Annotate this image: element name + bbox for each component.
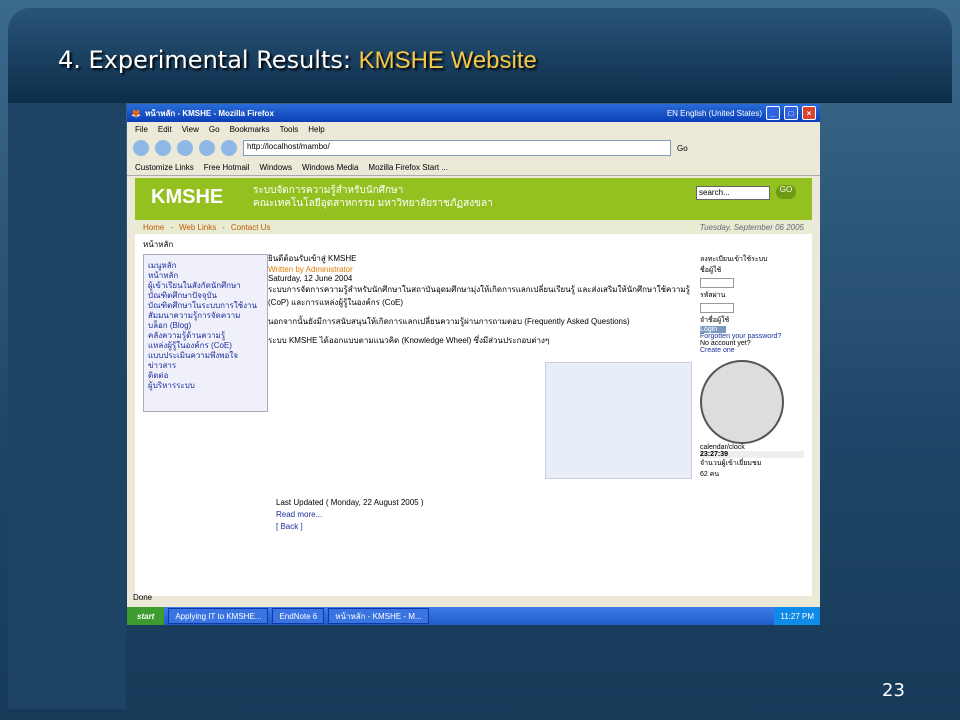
maximize-button[interactable]: □ bbox=[784, 106, 798, 120]
visitors-label: จำนวนผู้เข้าเยี่ยมชม bbox=[700, 460, 762, 467]
language-indicator[interactable]: EN English (United States) bbox=[667, 109, 762, 118]
site-logo: KMSHE bbox=[151, 186, 224, 208]
slide: 4. Experimental Results: KMSHE Website 2… bbox=[0, 0, 960, 720]
login-panel: ลงทะเบียนเข้าใช้ระบบชื่อผู้ใช้รหัสผ่านจำ… bbox=[700, 254, 804, 480]
menu-item[interactable]: แบบประเมินความพึงพอใจ bbox=[148, 351, 263, 361]
article-author: Written by Administrator bbox=[268, 265, 353, 274]
menu-bar: File Edit View Go Bookmarks Tools Help bbox=[127, 122, 820, 137]
menu-item[interactable]: ติดต่อ bbox=[148, 371, 263, 381]
link-windows[interactable]: Windows bbox=[259, 163, 291, 172]
create-account-link[interactable]: Create one bbox=[700, 347, 804, 354]
links-toolbar: Customize Links Free Hotmail Windows Window… bbox=[127, 159, 820, 176]
menu-item[interactable]: สัมมนาความรู้การจัดความ bbox=[148, 311, 263, 321]
taskbar-item[interactable]: EndNote 6 bbox=[272, 608, 325, 624]
menu-bookmarks[interactable]: Bookmarks bbox=[230, 125, 270, 134]
go-button[interactable]: Go bbox=[677, 144, 688, 153]
menu-file[interactable]: File bbox=[135, 125, 148, 134]
home-icon[interactable] bbox=[221, 140, 237, 156]
read-more-link[interactable]: Read more... bbox=[276, 510, 322, 519]
title-accent: KMSHE Website bbox=[358, 47, 537, 74]
last-updated: Last Updated ( Monday, 22 August 2005 ) bbox=[276, 498, 424, 507]
site-tagline: ระบบจัดการความรู้สำหรับนักศึกษาคณะเทคโนโ… bbox=[253, 184, 493, 210]
forgot-password-link[interactable]: Forgotten your password? bbox=[700, 333, 804, 340]
system-tray-clock: 11:27 PM bbox=[774, 607, 820, 625]
menu-item[interactable]: ผู้เข้าเรียนในสังกัดนักศึกษา bbox=[148, 281, 263, 291]
article-date: Saturday, 12 June 2004 bbox=[268, 274, 353, 283]
navigation-toolbar: http://localhost/mambo/Go bbox=[127, 137, 820, 159]
menu-go[interactable]: Go bbox=[209, 125, 220, 134]
clock-icon bbox=[700, 360, 784, 444]
taskbar-item[interactable]: หน้าหลัก - KMSHE - M... bbox=[328, 608, 429, 624]
window-titlebar: 🦊 หน้าหลัก - KMSHE - Mozilla Firefox EN En… bbox=[127, 104, 820, 122]
site-content: หน้าหลัก เมนูหลัก หน้าหลัก ผู้เข้าเรียนในส… bbox=[135, 234, 812, 596]
main-menu: เมนูหลัก หน้าหลัก ผู้เข้าเรียนในสังกัดนักศ… bbox=[143, 254, 268, 412]
window-title: หน้าหลัก - KMSHE - Mozilla Firefox bbox=[144, 108, 274, 118]
article-para: ระบบการจัดการความรู้สำหรับนักศึกษาในสถาบ… bbox=[268, 285, 690, 307]
article-para: ระบบ KMSHE ได้ออกแบบตามแนวคิด (Knowledge… bbox=[268, 336, 550, 345]
status-bar: Done bbox=[133, 593, 153, 602]
site-go-button[interactable]: GO bbox=[776, 185, 796, 199]
tagline-line1: ระบบจัดการความรู้สำหรับนักศึกษา bbox=[253, 185, 404, 196]
menu-item[interactable]: หน้าหลัก bbox=[148, 271, 263, 281]
username-label: ชื่อผู้ใช้ bbox=[700, 267, 722, 274]
menu-help[interactable]: Help bbox=[308, 125, 324, 134]
menu-edit[interactable]: Edit bbox=[158, 125, 172, 134]
site-nav: Home - Web Links - Contact Us Tuesday, Septem… bbox=[135, 220, 812, 234]
nav-contact[interactable]: Contact Us bbox=[231, 223, 271, 232]
password-label: รหัสผ่าน bbox=[700, 292, 726, 299]
menu-tools[interactable]: Tools bbox=[280, 125, 299, 134]
clock-label: calendar/clock bbox=[700, 444, 745, 451]
left-band bbox=[8, 103, 126, 709]
password-input[interactable] bbox=[700, 303, 734, 313]
visitors-count: 62 คน bbox=[700, 471, 720, 478]
url-input[interactable]: http://localhost/mambo/ bbox=[243, 140, 671, 156]
reload-icon[interactable] bbox=[177, 140, 193, 156]
link-firefox-start[interactable]: Mozilla Firefox Start ... bbox=[368, 163, 448, 172]
breadcrumb: หน้าหลัก bbox=[143, 240, 174, 249]
taskbar-item[interactable]: Applying IT to KMSHE... bbox=[168, 608, 269, 624]
back-link[interactable]: [ Back ] bbox=[276, 522, 303, 531]
no-account-text: No account yet? bbox=[700, 340, 751, 347]
link-windows-media[interactable]: Windows Media bbox=[302, 163, 358, 172]
clock-time: 23:27:39 bbox=[700, 451, 804, 458]
taskbar: start Applying IT to KMSHE... EndNote 6 หน้… bbox=[127, 607, 820, 625]
site-banner: KMSHE ระบบจัดการความรู้สำหรับนักศึกษาคณะเ… bbox=[135, 178, 812, 220]
stop-icon[interactable] bbox=[199, 140, 215, 156]
page-number: 23 bbox=[882, 680, 905, 701]
back-arrow-icon[interactable] bbox=[133, 140, 149, 156]
site-search-input[interactable]: search... bbox=[696, 186, 770, 200]
article-para: นอกจากนั้นยังมีการสนับสนุนให้เกิดการแลกเ… bbox=[268, 317, 630, 326]
forward-arrow-icon[interactable] bbox=[155, 140, 171, 156]
menu-item[interactable]: แหล่งผู้รู้ในองค์กร (CoE) bbox=[148, 341, 263, 351]
site-date: Tuesday, September 06 2005 bbox=[699, 222, 804, 232]
menu-item[interactable]: ผู้บริหารระบบ bbox=[148, 381, 263, 391]
knowledge-wheel-image bbox=[545, 362, 692, 479]
tagline-line2: คณะเทคโนโลยีอุตสาหกรรม มหาวิทยาลัยราชภัฏ… bbox=[253, 198, 493, 209]
menu-item[interactable]: บล็อก (Blog) bbox=[148, 321, 263, 331]
menu-item[interactable]: คลังความรู้ด้านความรู้ bbox=[148, 331, 263, 341]
menu-item[interactable]: บัณฑิตศึกษาในระบบการใช้งาน bbox=[148, 301, 263, 311]
link-customize[interactable]: Customize Links bbox=[135, 163, 194, 172]
username-input[interactable] bbox=[700, 278, 734, 288]
nav-web-links[interactable]: Web Links bbox=[179, 223, 216, 232]
minimize-button[interactable]: _ bbox=[766, 106, 780, 120]
start-button[interactable]: start bbox=[127, 607, 165, 625]
menu-item[interactable]: บัณฑิตศึกษาปัจจุบัน bbox=[148, 291, 263, 301]
firefox-icon: 🦊 bbox=[131, 108, 141, 118]
article-title: ยินดีต้อนรับเข้าสู่ KMSHE bbox=[268, 254, 357, 263]
menu-heading: เมนูหลัก bbox=[148, 261, 177, 270]
article: ยินดีต้อนรับเข้าสู่ KMSHE Written by Adm… bbox=[268, 252, 698, 347]
browser-window: 🦊 หน้าหลัก - KMSHE - Mozilla Firefox EN En… bbox=[127, 104, 820, 625]
close-button[interactable]: × bbox=[802, 106, 816, 120]
link-hotmail[interactable]: Free Hotmail bbox=[204, 163, 250, 172]
title-main: 4. Experimental Results: bbox=[58, 46, 351, 74]
remember-checkbox[interactable]: จำชื่อผู้ใช้ bbox=[700, 315, 804, 326]
menu-view[interactable]: View bbox=[182, 125, 199, 134]
login-button[interactable]: Login bbox=[700, 326, 726, 333]
nav-home[interactable]: Home bbox=[143, 223, 164, 232]
menu-item[interactable]: ข่าวสาร bbox=[148, 361, 263, 371]
slide-title: 4. Experimental Results: KMSHE Website bbox=[58, 46, 537, 75]
login-title: ลงทะเบียนเข้าใช้ระบบ bbox=[700, 256, 768, 263]
